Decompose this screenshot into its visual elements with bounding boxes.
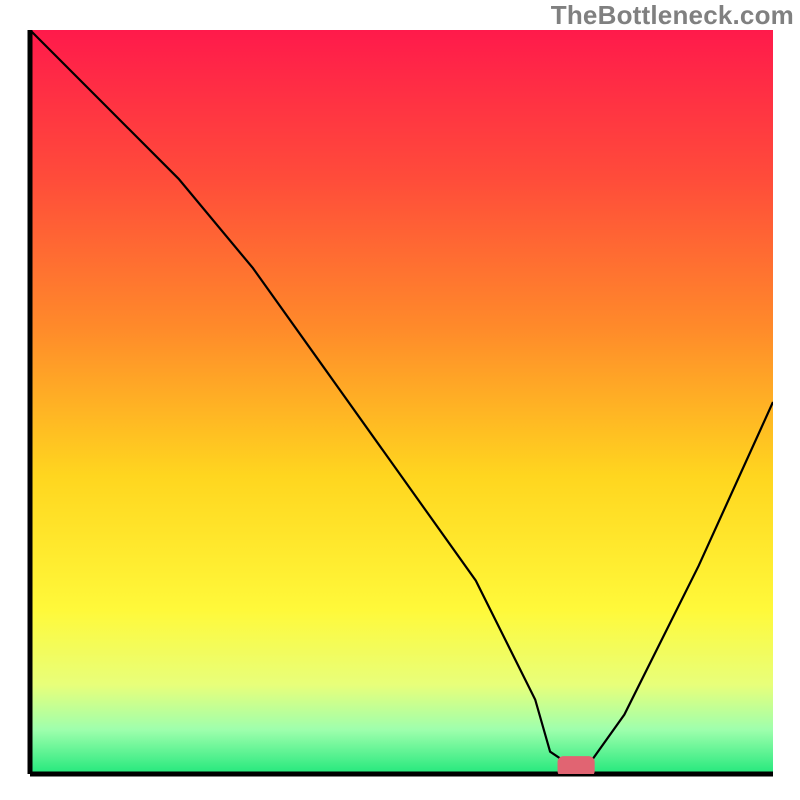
watermark-label: TheBottleneck.com [551, 0, 794, 31]
chart-frame: TheBottleneck.com [0, 0, 800, 800]
bottleneck-chart [0, 0, 800, 800]
optimal-marker [558, 756, 595, 777]
